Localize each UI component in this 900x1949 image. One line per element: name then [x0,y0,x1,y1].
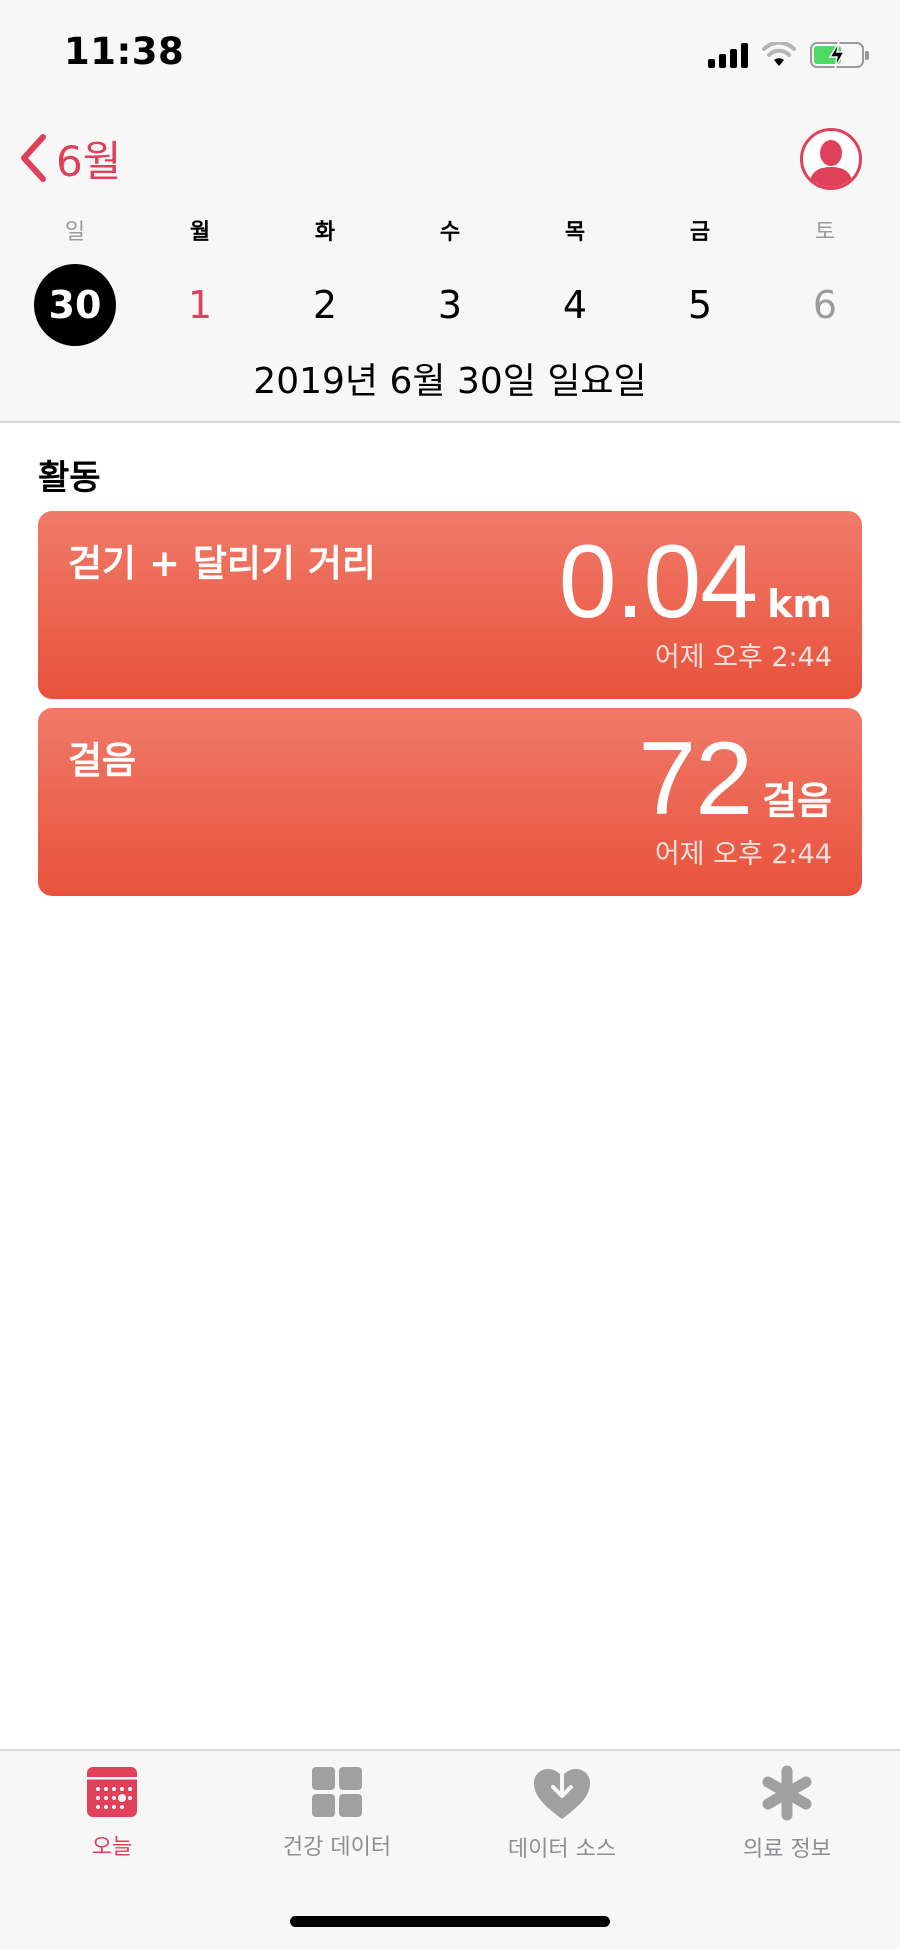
date-cell[interactable]: 5 [659,264,741,346]
steps-card[interactable]: 걸음 72 걸음 어제 오후 2:44 [38,708,862,896]
full-date-label: 2019년 6월 30일 일요일 [253,361,647,402]
card-number: 72 [638,721,753,837]
weekday-wed: 수 [439,220,461,245]
weekday-thu: 목 [564,220,586,245]
weekday-fri: 금 [689,220,711,245]
weekday-header-row: 일 월 화 수 목 금 토 [0,214,900,248]
status-time: 11:38 [64,30,185,73]
date-cell-today[interactable]: 1 [159,264,241,346]
weekday-mon: 월 [189,220,211,245]
card-unit: 걸음 [762,779,832,823]
date-cell[interactable]: 4 [534,264,616,346]
date-row: 30 1 2 3 4 5 6 [0,264,900,350]
status-icons [708,40,869,70]
person-icon [809,140,853,187]
tab-label: 건강 데이터 [282,1835,392,1860]
date-cell[interactable]: 3 [409,264,491,346]
weekday-tue: 화 [314,220,336,245]
back-button-label: 6월 [56,136,122,186]
card-timestamp: 어제 오후 2:44 [654,839,832,870]
tab-label: 데이터 소스 [507,1837,617,1862]
battery-icon [810,41,869,69]
home-indicator[interactable] [290,1916,610,1927]
distance-card[interactable]: 걷기 + 달리기 거리 0.04 km 어제 오후 2:44 [38,511,862,699]
card-title: 걸음 [68,739,137,782]
grid-icon [312,1767,362,1817]
calendar-icon [87,1767,137,1817]
card-title: 걷기 + 달리기 거리 [68,542,376,585]
date-cell[interactable]: 2 [284,264,366,346]
tab-label: 오늘 [91,1835,133,1860]
back-button[interactable]: 6월 [18,128,121,188]
card-value: 0.04 km [558,524,832,640]
card-timestamp: 어제 오후 2:44 [654,642,832,673]
profile-button[interactable] [800,128,862,190]
wifi-icon [762,42,796,66]
date-cell-future[interactable]: 6 [784,264,866,346]
tab-health-data[interactable]: 건강 데이터 [247,1765,427,1861]
card-unit: km [767,582,832,626]
cellular-signal-icon [708,42,748,68]
card-value: 72 걸음 [638,721,832,837]
heart-download-icon [534,1765,590,1819]
tab-medical-id[interactable]: 의료 정보 [697,1765,877,1863]
tab-label: 의료 정보 [743,1837,831,1862]
date-cell-selected[interactable]: 30 [34,264,116,346]
weekday-sun: 일 [64,220,86,245]
chevron-left-icon [21,134,46,182]
weekday-sat: 토 [814,220,836,245]
card-number: 0.04 [558,524,758,640]
section-title: 활동 [38,458,101,498]
asterisk-icon [762,1765,812,1821]
tab-today[interactable]: 오늘 [22,1765,202,1861]
tab-data-sources[interactable]: 데이터 소스 [472,1765,652,1863]
